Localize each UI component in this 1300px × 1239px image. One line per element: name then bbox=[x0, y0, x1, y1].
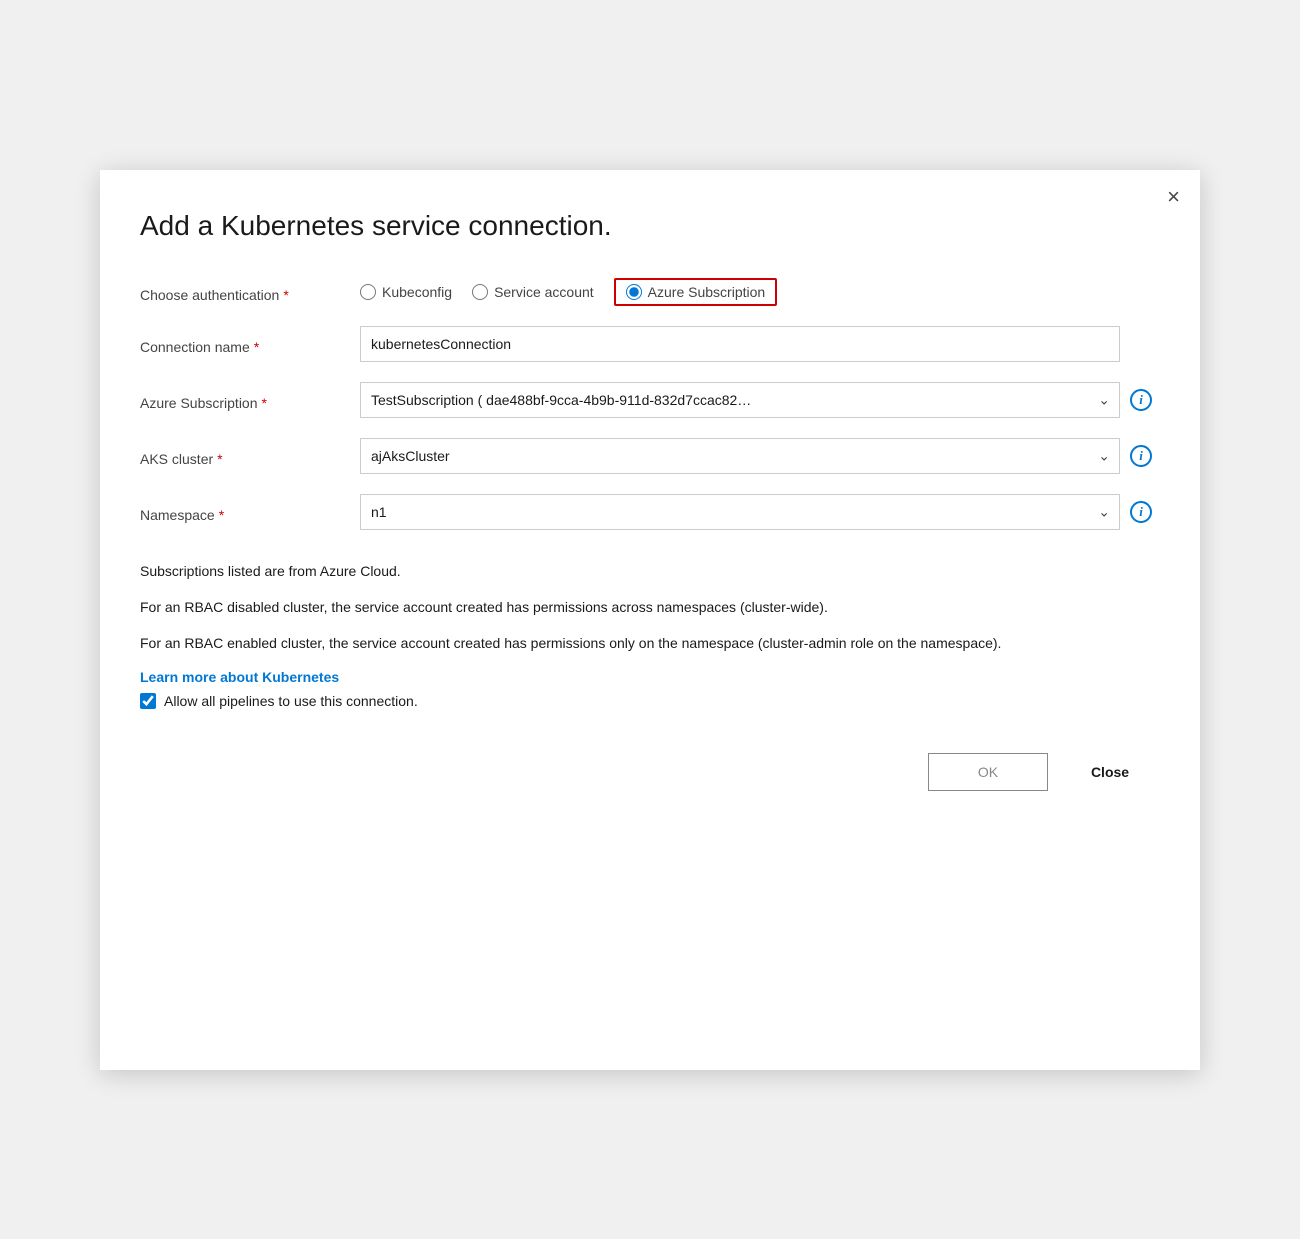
info-text-line1: Subscriptions listed are from Azure Clou… bbox=[140, 560, 1160, 582]
radio-azure-subscription[interactable]: Azure Subscription bbox=[614, 278, 778, 306]
aks-cluster-info-icon[interactable]: i bbox=[1130, 445, 1152, 467]
dialog-footer: OK Close bbox=[140, 737, 1160, 791]
radio-azure-subscription-label: Azure Subscription bbox=[648, 284, 766, 300]
connection-name-required-star: * bbox=[254, 339, 259, 355]
radio-service-account-input[interactable] bbox=[472, 284, 488, 300]
aks-cluster-required-star: * bbox=[217, 451, 222, 467]
aks-cluster-select[interactable]: ajAksCluster bbox=[360, 438, 1120, 474]
azure-subscription-row: Azure Subscription * TestSubscription ( … bbox=[140, 382, 1160, 418]
auth-radio-group: Kubeconfig Service account Azure Subscri… bbox=[360, 278, 777, 306]
auth-label: Choose authentication * bbox=[140, 281, 360, 303]
info-text-line2: For an RBAC disabled cluster, the servic… bbox=[140, 596, 1160, 618]
learn-more-link[interactable]: Learn more about Kubernetes bbox=[140, 669, 339, 685]
radio-service-account[interactable]: Service account bbox=[472, 284, 594, 300]
allow-pipelines-checkbox[interactable] bbox=[140, 693, 156, 709]
namespace-label: Namespace * bbox=[140, 501, 360, 523]
connection-name-label: Connection name * bbox=[140, 333, 360, 355]
namespace-control: n1 ⌄ i bbox=[360, 494, 1160, 530]
namespace-dropdown-wrapper: n1 ⌄ bbox=[360, 494, 1120, 530]
dialog-title: Add a Kubernetes service connection. bbox=[140, 210, 1160, 242]
namespace-row: Namespace * n1 ⌄ i bbox=[140, 494, 1160, 530]
connection-name-input[interactable] bbox=[360, 326, 1120, 362]
namespace-select[interactable]: n1 bbox=[360, 494, 1120, 530]
info-text-section: Subscriptions listed are from Azure Clou… bbox=[140, 560, 1160, 655]
azure-subscription-select[interactable]: TestSubscription ( dae488bf-9cca-4b9b-91… bbox=[360, 382, 1120, 418]
dialog-container: × Add a Kubernetes service connection. C… bbox=[100, 170, 1200, 1070]
aks-cluster-control: ajAksCluster ⌄ i bbox=[360, 438, 1160, 474]
azure-subscription-control: TestSubscription ( dae488bf-9cca-4b9b-91… bbox=[360, 382, 1160, 418]
ok-button[interactable]: OK bbox=[928, 753, 1048, 791]
close-button[interactable]: Close bbox=[1060, 753, 1160, 791]
aks-cluster-row: AKS cluster * ajAksCluster ⌄ i bbox=[140, 438, 1160, 474]
azure-subscription-dropdown-wrapper: TestSubscription ( dae488bf-9cca-4b9b-91… bbox=[360, 382, 1120, 418]
namespace-required-star: * bbox=[219, 507, 224, 523]
azure-subscription-info-icon[interactable]: i bbox=[1130, 389, 1152, 411]
info-text-line3: For an RBAC enabled cluster, the service… bbox=[140, 632, 1160, 654]
radio-kubeconfig-input[interactable] bbox=[360, 284, 376, 300]
form-section: Choose authentication * Kubeconfig Servi… bbox=[140, 278, 1160, 550]
aks-cluster-label: AKS cluster * bbox=[140, 445, 360, 467]
namespace-info-icon[interactable]: i bbox=[1130, 501, 1152, 523]
auth-row: Choose authentication * Kubeconfig Servi… bbox=[140, 278, 1160, 306]
close-icon-button[interactable]: × bbox=[1167, 186, 1180, 208]
radio-kubeconfig[interactable]: Kubeconfig bbox=[360, 284, 452, 300]
radio-kubeconfig-label: Kubeconfig bbox=[382, 284, 452, 300]
azure-subscription-required-star: * bbox=[262, 395, 267, 411]
radio-service-account-label: Service account bbox=[494, 284, 594, 300]
allow-pipelines-row: Allow all pipelines to use this connecti… bbox=[140, 693, 1160, 709]
allow-pipelines-label: Allow all pipelines to use this connecti… bbox=[164, 693, 418, 709]
auth-control-area: Kubeconfig Service account Azure Subscri… bbox=[360, 278, 1160, 306]
azure-subscription-label: Azure Subscription * bbox=[140, 389, 360, 411]
auth-required-star: * bbox=[283, 287, 288, 303]
radio-azure-subscription-input[interactable] bbox=[626, 284, 642, 300]
close-icon: × bbox=[1167, 184, 1180, 209]
aks-cluster-dropdown-wrapper: ajAksCluster ⌄ bbox=[360, 438, 1120, 474]
connection-name-row: Connection name * bbox=[140, 326, 1160, 362]
connection-name-control bbox=[360, 326, 1160, 362]
